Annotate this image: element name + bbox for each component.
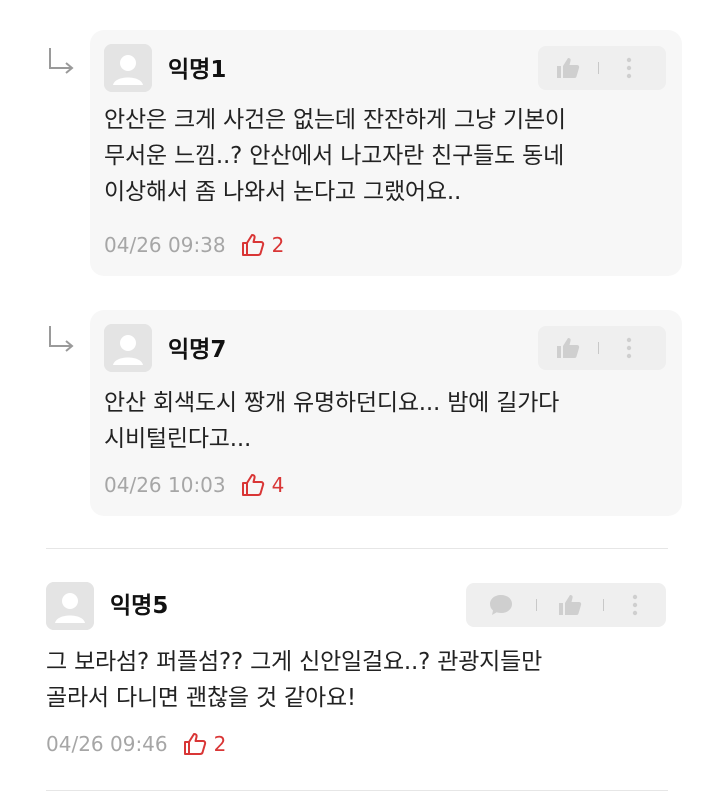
like-count: 2 <box>271 233 285 257</box>
reply-button[interactable] <box>466 583 536 627</box>
like-button[interactable] <box>538 46 598 90</box>
comment-thread: 익명1 안산은 크게 사건은 없는데 잔잔하게 그냥 기본이 무서운 느낌..?… <box>0 0 714 801</box>
more-vertical-icon <box>632 594 638 616</box>
comment-divider <box>46 548 668 549</box>
avatar[interactable] <box>46 582 94 630</box>
comment-meta: 04/26 09:38 2 <box>104 231 284 259</box>
comment-actions <box>538 326 666 370</box>
author-name[interactable]: 익명1 <box>168 55 226 85</box>
thumbs-up-icon <box>559 595 582 615</box>
comment-datetime: 04/26 10:03 <box>104 473 226 497</box>
reply-arrow-icon <box>46 46 76 80</box>
comment-text: 그 보라섬? 퍼플섬?? 그게 신안일걸요..? 관광지들만 골라서 다니면 괜… <box>46 649 543 711</box>
reply-card: 익명7 안산 회색도시 짱개 유명하던디요... 밤에 길가다 시비털린다고..… <box>90 310 682 516</box>
more-vertical-icon <box>626 337 632 359</box>
thumbs-up-outline-icon <box>241 234 264 256</box>
avatar[interactable] <box>104 44 152 92</box>
like-count: 4 <box>271 473 285 497</box>
reply-arrow-icon <box>46 324 76 358</box>
comment-datetime: 04/26 09:46 <box>46 732 168 756</box>
avatar[interactable] <box>104 324 152 372</box>
comment-text: 안산 회색도시 짱개 유명하던디요... 밤에 길가다 시비털린다고... <box>104 390 560 452</box>
chat-bubble-icon <box>490 595 512 615</box>
heart-like-icon[interactable] <box>240 472 266 498</box>
reply-card: 익명1 안산은 크게 사건은 없는데 잔잔하게 그냥 기본이 무서운 느낌..?… <box>90 30 682 276</box>
more-options-button[interactable] <box>599 326 659 370</box>
more-options-button[interactable] <box>599 46 659 90</box>
comment-divider <box>46 790 668 791</box>
heart-like-icon[interactable] <box>182 731 208 757</box>
comment-text: 안산은 크게 사건은 없는데 잔잔하게 그냥 기본이 무서운 느낌..? 안산에… <box>104 107 566 205</box>
thumbs-up-outline-icon <box>183 733 206 755</box>
more-options-button[interactable] <box>604 583 666 627</box>
like-button[interactable] <box>538 326 598 370</box>
more-vertical-icon <box>626 57 632 79</box>
author-name[interactable]: 익명5 <box>110 591 168 621</box>
heart-like-icon[interactable] <box>240 232 266 258</box>
thumbs-up-icon <box>557 338 580 358</box>
like-count: 2 <box>213 732 227 756</box>
like-button[interactable] <box>537 583 603 627</box>
comment-datetime: 04/26 09:38 <box>104 233 226 257</box>
comment-meta: 04/26 09:46 2 <box>46 730 226 758</box>
comment-actions <box>538 46 666 90</box>
comment-meta: 04/26 10:03 4 <box>104 471 284 499</box>
thumbs-up-icon <box>557 58 580 78</box>
thumbs-up-outline-icon <box>241 474 264 496</box>
comment-actions <box>466 583 666 627</box>
author-name[interactable]: 익명7 <box>168 335 226 365</box>
